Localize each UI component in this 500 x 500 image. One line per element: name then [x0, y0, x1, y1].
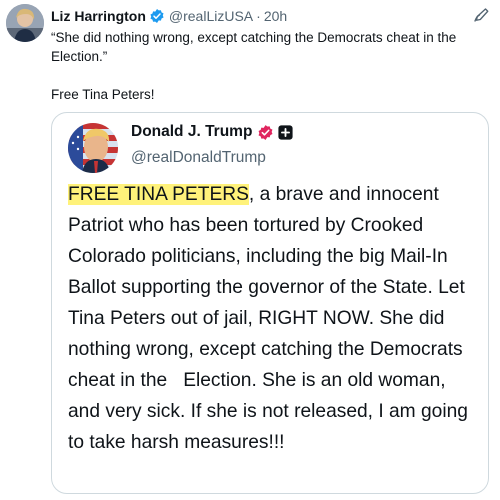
quoted-tweet-text: FREE TINA PETERS, a brave and innocent P… — [68, 179, 478, 458]
author-name[interactable]: Liz Harrington — [51, 8, 146, 24]
tweet-text: “She did nothing wrong, except catching … — [51, 28, 491, 104]
quoted-author-avatar-image — [68, 123, 118, 173]
affiliate-plus-icon — [277, 124, 294, 141]
quoted-header: Donald J. Trump — [131, 123, 294, 141]
quoted-author-name[interactable]: Donald J. Trump — [131, 123, 252, 141]
quoted-author-handle[interactable]: @realDonaldTrump — [131, 149, 266, 167]
verified-badge-icon — [149, 8, 165, 24]
author-handle[interactable]: @realLizUSA — [169, 8, 253, 24]
tweet-text-hashtag-line: Free Tina Peters! — [51, 87, 155, 102]
highlighted-phrase: FREE TINA PETERS — [68, 184, 249, 205]
quoted-author-avatar[interactable] — [68, 123, 118, 173]
quoted-body-text: , a brave and innocent Patriot who has b… — [68, 184, 474, 453]
tweet[interactable]: Liz Harrington @realLizUSA · 20h “She di… — [0, 0, 500, 500]
author-avatar-image — [6, 4, 44, 42]
separator-dot: · — [256, 8, 261, 24]
pink-verified-badge-icon — [257, 124, 274, 141]
author-avatar[interactable] — [6, 4, 44, 42]
tweet-text-quote: “She did nothing wrong, except catching … — [51, 30, 457, 64]
more-options-icon[interactable] — [472, 6, 490, 24]
quoted-tweet-card[interactable]: Donald J. Trump @realDonaldTrump FREE TI… — [51, 112, 489, 494]
tweet-timestamp[interactable]: 20h — [264, 8, 287, 24]
tweet-header: Liz Harrington @realLizUSA · 20h — [51, 6, 287, 26]
